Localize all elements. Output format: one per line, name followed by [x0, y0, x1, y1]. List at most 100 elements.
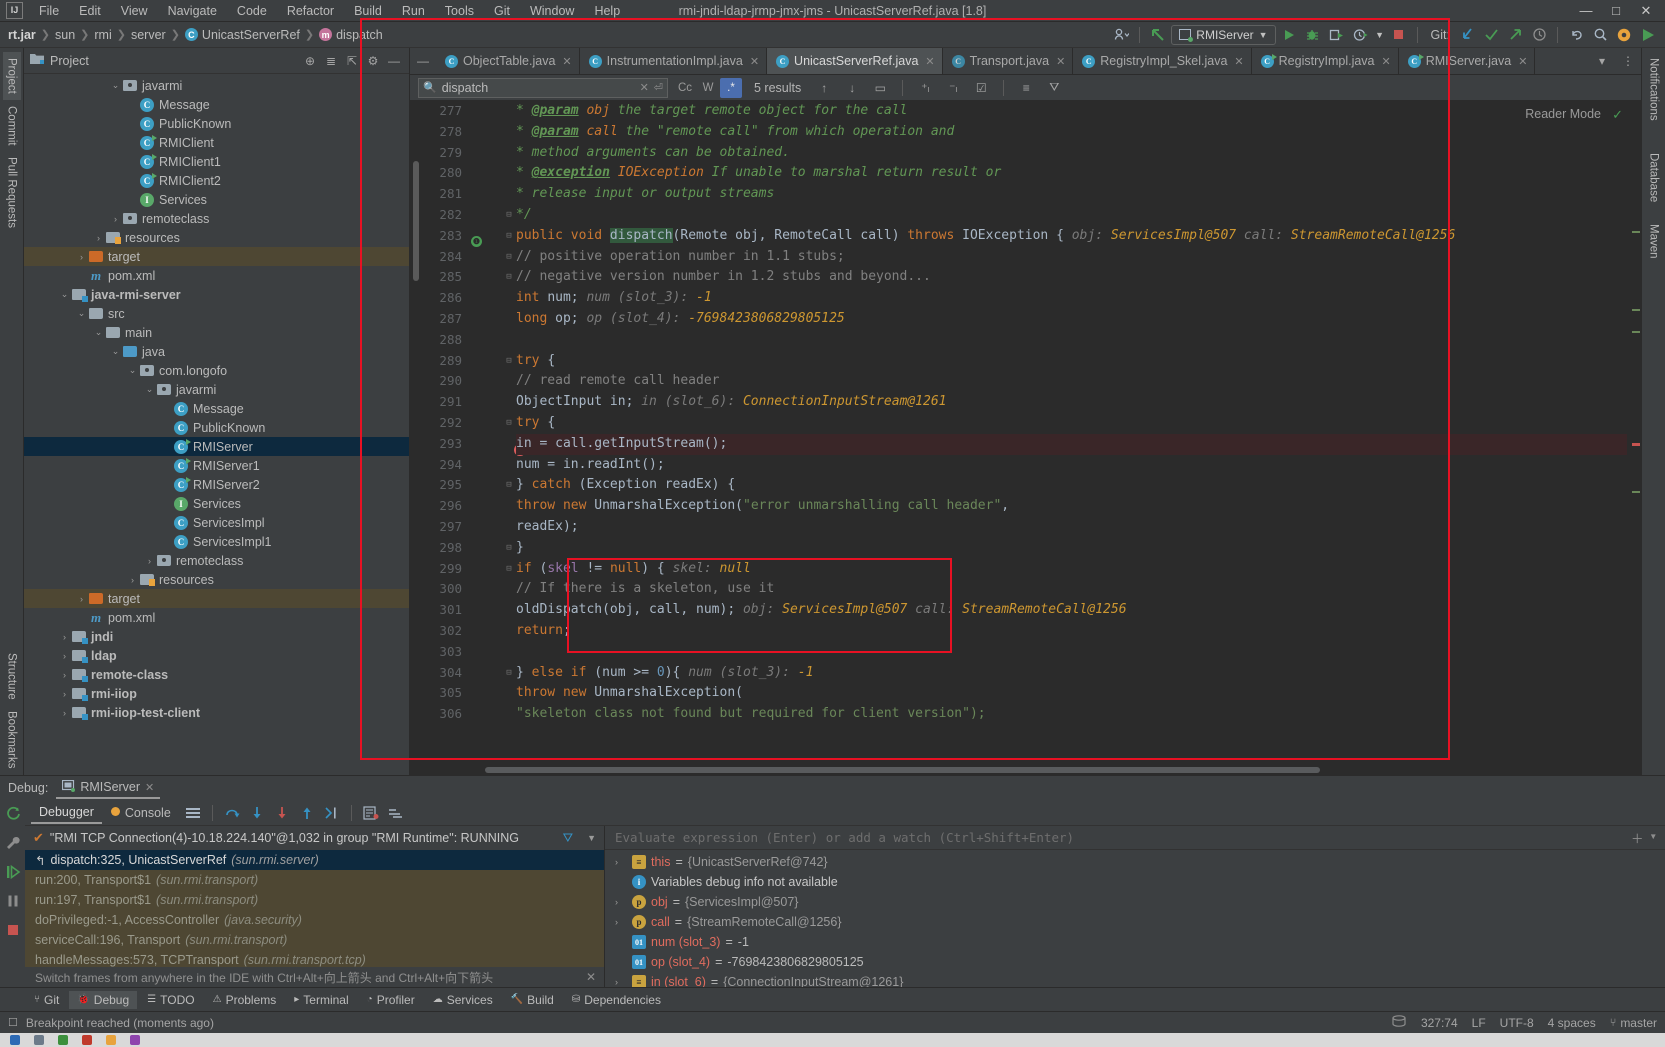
commit-icon[interactable] [1480, 24, 1502, 46]
code-line[interactable]: * @param call the "remote call" from whi… [516, 122, 1627, 143]
variable-row[interactable]: › p call = {StreamRemoteCall@1256} [605, 912, 1665, 932]
project-settings-icon[interactable]: ⚙ [364, 52, 382, 70]
tree-node-ldap[interactable]: › ldap [24, 646, 409, 665]
code-line[interactable]: try { [516, 413, 1627, 434]
sidebar-item-structure[interactable]: Structure [3, 647, 21, 706]
tree-node-pom-xml[interactable]: m pom.xml [24, 266, 409, 285]
status-branch[interactable]: ⑂ master [1610, 1016, 1657, 1030]
stop-icon[interactable] [5, 922, 21, 941]
tree-node-main[interactable]: ⌄ main [24, 323, 409, 342]
taskbar-icon[interactable] [130, 1035, 140, 1045]
sidebar-item-commit[interactable]: Commit [3, 100, 21, 152]
menu-item-window[interactable]: Window [520, 2, 584, 20]
next-match-icon[interactable]: ↓ [841, 78, 863, 98]
chevron-right-icon[interactable]: › [126, 575, 139, 585]
method-run-marker-icon[interactable]: ❶ [471, 236, 482, 247]
breadcrumb-item-rt-jar[interactable]: rt.jar [8, 28, 36, 42]
tree-node-target[interactable]: › target [24, 247, 409, 266]
tree-node-Services[interactable]: I Services [24, 190, 409, 209]
tree-node-com-longofo[interactable]: ⌄ com.longofo [24, 361, 409, 380]
fold-toggle-icon[interactable]: ⊟ [502, 538, 516, 559]
locate-icon[interactable]: ⊕ [301, 52, 319, 70]
close-tab-icon[interactable]: ✕ [562, 55, 571, 68]
evaluate-expression-icon[interactable] [360, 802, 382, 824]
code-line[interactable]: ObjectInput in; in (slot_6): ConnectionI… [516, 392, 1627, 413]
code-editor[interactable]: Reader Mode ✓ 277 278 279 280 281 282 283 284 28… [410, 101, 1641, 765]
close-tab-icon[interactable]: ✕ [925, 55, 934, 68]
breadcrumb-item-server[interactable]: server [131, 28, 166, 42]
taskbar-icon[interactable] [82, 1035, 92, 1045]
close-tab-icon[interactable]: ✕ [1234, 55, 1243, 68]
code-folding-gutter[interactable]: ⊟ ⊟ ⊟ ⊟ ⊟ ⊟ ⊟ ⊟ ⊟ ⊟ [502, 101, 516, 765]
fold-toggle-icon[interactable]: ⊟ [502, 267, 516, 288]
code-line[interactable]: * @exception IOException If unable to ma… [516, 163, 1627, 184]
remove-line-icon[interactable]: ⁻ₗ [942, 78, 964, 98]
taskbar-icon[interactable] [106, 1035, 116, 1045]
menu-item-run[interactable]: Run [392, 2, 435, 20]
chevron-down-icon[interactable]: ⌄ [75, 308, 88, 319]
breadcrumb-item-sun[interactable]: sun [55, 28, 75, 42]
fold-toggle-icon[interactable]: ⊟ [502, 559, 516, 580]
debug-icon[interactable] [1302, 24, 1324, 46]
code-line[interactable]: throw new UnmarshalException("error unma… [516, 496, 1627, 517]
push-icon[interactable] [1504, 24, 1526, 46]
code-line[interactable]: return; [516, 621, 1627, 642]
sidebar-item-maven[interactable]: Maven [1645, 218, 1663, 265]
status-caret-position[interactable]: 327:74 [1421, 1016, 1458, 1030]
search-everywhere-icon[interactable] [1589, 24, 1611, 46]
variable-row[interactable]: i Variables debug info not available [605, 872, 1665, 892]
tab-settings-icon[interactable]: ⋮ [1615, 48, 1641, 74]
chevron-down-icon[interactable]: ⌄ [92, 327, 105, 338]
tree-node-Message[interactable]: C Message [24, 399, 409, 418]
bottom-tab-services[interactable]: ☁ Services [425, 991, 501, 1009]
code-line[interactable]: num = in.readInt(); [516, 455, 1627, 476]
close-session-icon[interactable]: ✕ [145, 781, 154, 794]
chevron-right-icon[interactable]: › [75, 252, 88, 262]
editor-tab-Transport-java[interactable]: C Transport.java ✕ [943, 48, 1074, 74]
run-with-coverage-icon[interactable] [1326, 24, 1348, 46]
tree-node-RMIServer[interactable]: C RMIServer [24, 437, 409, 456]
menu-item-edit[interactable]: Edit [69, 2, 111, 20]
sidebar-item-project[interactable]: Project [2, 52, 21, 100]
stack-frame[interactable]: run:197, Transport$1 (sun.rmi.transport) [25, 890, 604, 910]
fold-toggle-icon[interactable]: ⊟ [502, 205, 516, 226]
code-line[interactable]: * method arguments can be obtained. [516, 143, 1627, 164]
fold-toggle-icon[interactable]: ⊟ [502, 351, 516, 372]
code-line[interactable]: // If there is a skeleton, use it [516, 579, 1627, 600]
code-line[interactable]: * release input or output streams [516, 184, 1627, 205]
status-event-icon[interactable]: ☐ [8, 1016, 18, 1029]
resume-icon[interactable] [5, 864, 21, 883]
variables-list[interactable]: › ≡ this = {UnicastServerRef@742} i Variables … [605, 850, 1665, 987]
stack-frame[interactable]: doPrivileged:-1, AccessController (java.s… [25, 910, 604, 930]
search-field-wrapper[interactable]: 🔍 ✕ ⏎ [418, 77, 668, 98]
bottom-tab-build[interactable]: 🔨 Build [503, 991, 562, 1009]
stack-frame[interactable]: handleMessages:573, TCPTransport (sun.rmi… [25, 950, 604, 967]
scrollbar-thumb[interactable] [413, 161, 419, 281]
chevron-down-icon[interactable]: ▼ [587, 833, 604, 843]
status-encoding[interactable]: UTF-8 [1500, 1016, 1534, 1030]
chevron-down-icon[interactable]: ⌄ [109, 80, 122, 91]
stack-frame[interactable]: run:200, Transport$1 (sun.rmi.transport) [25, 870, 604, 890]
chevron-down-icon[interactable]: ⌄ [143, 384, 156, 395]
bottom-tab-terminal[interactable]: ▸ Terminal [286, 991, 356, 1009]
close-button[interactable]: ✕ [1631, 0, 1661, 22]
tree-node-javarmi[interactable]: ⌄ javarmi [24, 380, 409, 399]
chevron-right-icon[interactable]: › [75, 594, 88, 604]
prev-match-icon[interactable]: ↑ [813, 78, 835, 98]
variable-row[interactable]: 01 op (slot_4) = -7698423806829805125 [605, 952, 1665, 972]
breadcrumb-item-dispatch[interactable]: m dispatch [319, 28, 383, 42]
tree-node-RMIServer2[interactable]: C RMIServer2 [24, 475, 409, 494]
editor-horizontal-scrollbar[interactable] [410, 765, 1641, 775]
menu-item-tools[interactable]: Tools [435, 2, 484, 20]
collapse-tabs-icon[interactable]: — [410, 48, 436, 74]
menu-item-build[interactable]: Build [344, 2, 392, 20]
profile-icon[interactable] [1110, 24, 1132, 46]
settings-wrench-icon[interactable] [5, 835, 21, 854]
tree-node-ServicesImpl1[interactable]: C ServicesImpl1 [24, 532, 409, 551]
close-hint-icon[interactable]: ✕ [586, 970, 604, 984]
tree-node-resources[interactable]: › resources [24, 228, 409, 247]
editor-tab-InstrumentationImpl-java[interactable]: C InstrumentationImpl.java ✕ [580, 48, 768, 74]
rerun-icon[interactable] [5, 806, 21, 825]
step-into-icon[interactable] [246, 802, 268, 824]
expand-all-icon[interactable]: ≣ [322, 52, 340, 70]
